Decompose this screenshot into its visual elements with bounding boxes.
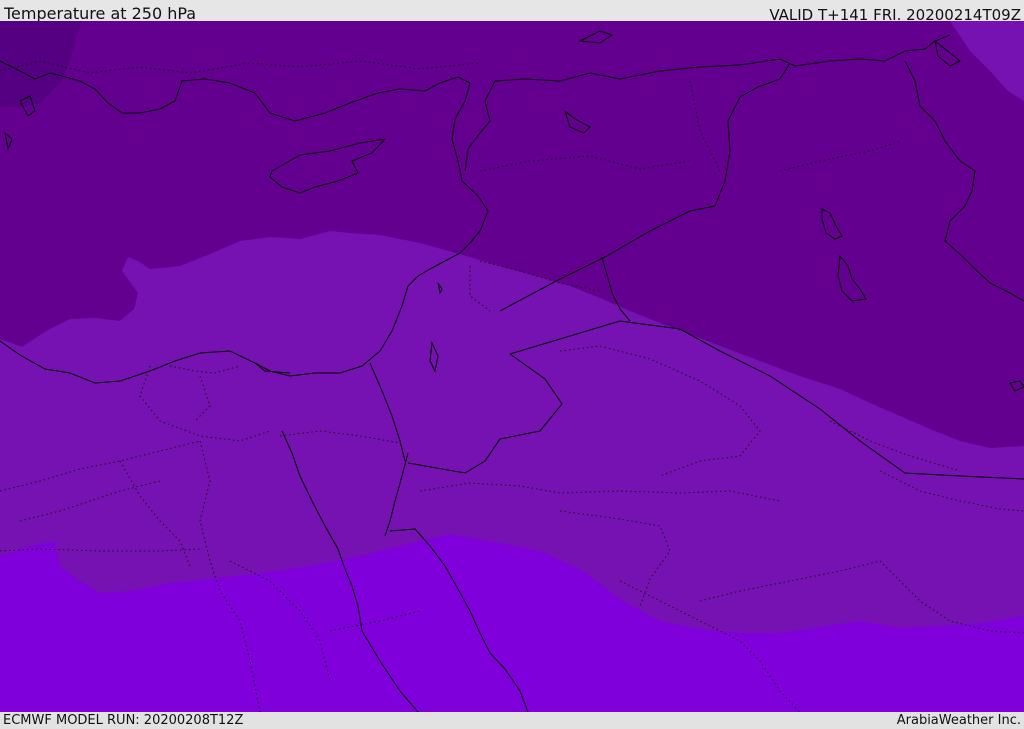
temperature-map xyxy=(0,21,1024,712)
footer-bar: ECMWF MODEL RUN: 20200208T12Z ArabiaWeat… xyxy=(0,712,1024,729)
model-run: ECMWF MODEL RUN: 20200208T12Z xyxy=(3,713,244,728)
title-bar: Temperature at 250 hPa VALID T+141 FRI. … xyxy=(0,0,1024,24)
credit: ArabiaWeather Inc. xyxy=(896,713,1021,728)
